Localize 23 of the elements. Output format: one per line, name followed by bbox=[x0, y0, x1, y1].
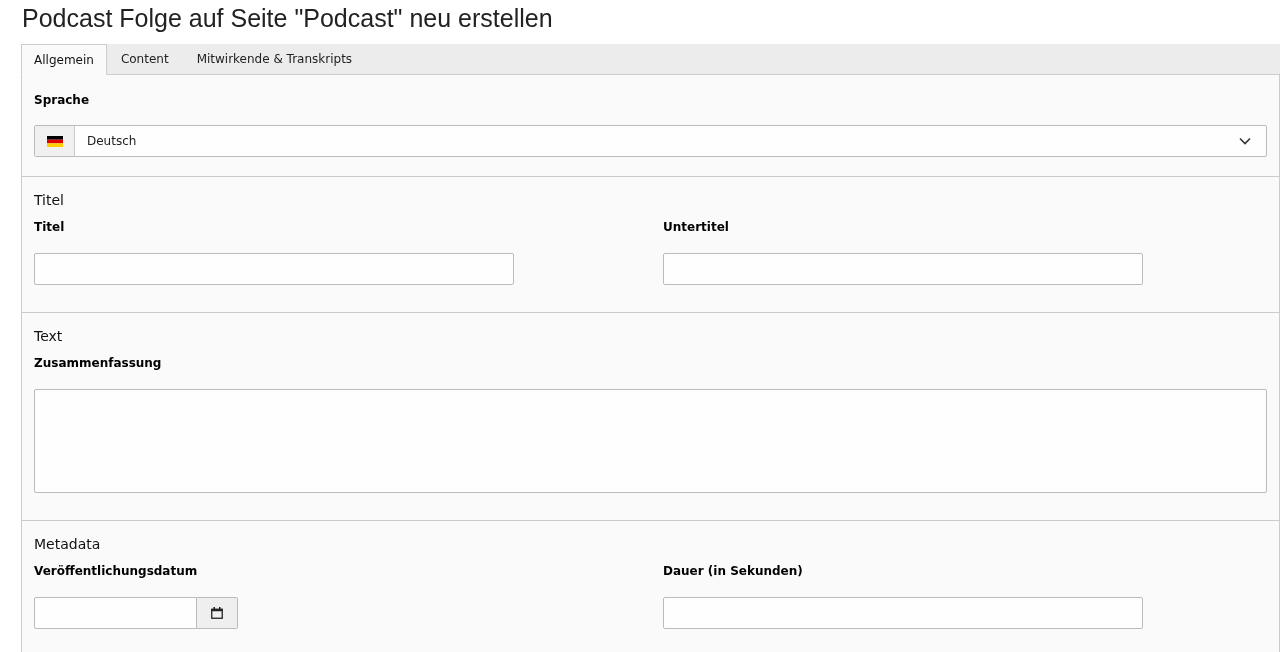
field-label: Titel bbox=[34, 219, 65, 235]
calendar-icon bbox=[211, 607, 223, 619]
tab[interactable]: Mitwirkende & Transkripts bbox=[182, 44, 367, 74]
field-label: Untertitel bbox=[663, 219, 729, 235]
input-field[interactable] bbox=[663, 253, 1143, 285]
section-heading: Metadata bbox=[34, 535, 101, 554]
date-field[interactable] bbox=[34, 597, 197, 629]
section-heading: Text bbox=[34, 327, 63, 346]
input-field[interactable] bbox=[34, 253, 514, 285]
input-field[interactable] bbox=[663, 597, 1143, 629]
chevron-down-icon bbox=[1239, 137, 1251, 145]
calendar-button[interactable] bbox=[197, 597, 238, 629]
tab[interactable]: Allgemein bbox=[21, 44, 107, 75]
field-label: Zusammenfassung bbox=[34, 355, 162, 371]
section-heading: Titel bbox=[34, 191, 64, 210]
text-area[interactable] bbox=[34, 389, 1267, 493]
language-select[interactable]: Deutsch bbox=[34, 125, 1267, 157]
flag-icon bbox=[46, 135, 63, 147]
field-label: Veröffentlichungsdatum bbox=[34, 563, 198, 579]
field-label: Dauer (in Sekunden) bbox=[663, 563, 803, 579]
page-title: Podcast Folge auf Seite "Podcast" neu erstellen bbox=[22, 3, 553, 34]
field-label: Sprache bbox=[34, 92, 90, 108]
tab[interactable]: Content bbox=[106, 44, 183, 74]
